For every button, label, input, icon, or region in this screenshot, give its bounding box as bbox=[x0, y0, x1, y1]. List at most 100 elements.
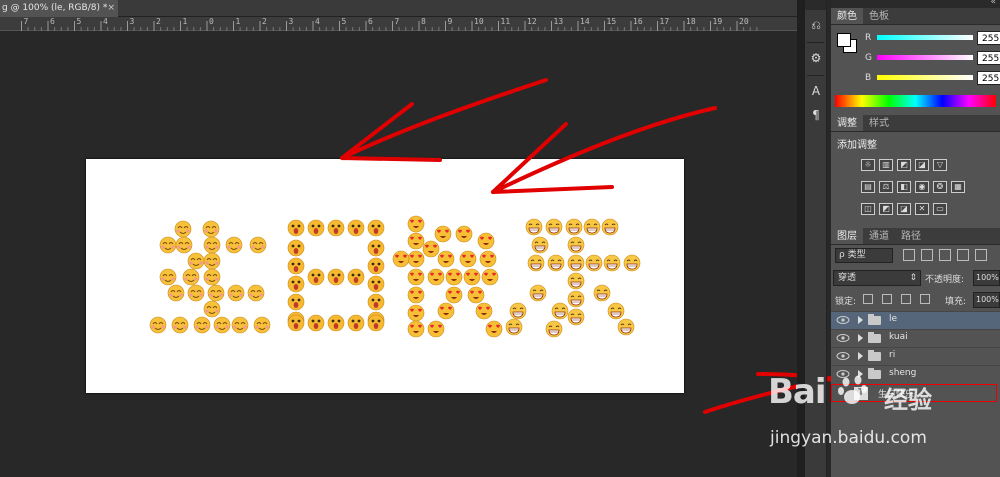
adjustment-filter-icon[interactable] bbox=[921, 249, 933, 261]
tab-layers[interactable]: 图层 bbox=[831, 228, 863, 244]
folder-icon bbox=[868, 368, 881, 379]
emoji-grin bbox=[567, 290, 585, 308]
canvas-area[interactable] bbox=[0, 32, 797, 477]
emoji-shock bbox=[327, 268, 345, 286]
threshold-icon[interactable]: ◪ bbox=[897, 203, 911, 215]
lock-pixels-icon[interactable] bbox=[882, 294, 892, 304]
emoji-heart bbox=[479, 250, 497, 268]
expand-triangle-icon[interactable] bbox=[858, 334, 863, 342]
fill-input[interactable]: 100% bbox=[973, 292, 1000, 308]
tab-paths[interactable]: 路径 bbox=[895, 228, 927, 244]
emoji-shock bbox=[287, 314, 305, 332]
red-slider[interactable]: R 255 bbox=[865, 31, 1000, 47]
close-icon[interactable]: × bbox=[107, 0, 115, 17]
collapse-icon[interactable]: « bbox=[990, 0, 996, 7]
layer-row-le[interactable]: le bbox=[831, 311, 1000, 329]
emoji-grin bbox=[601, 218, 619, 236]
posterize-icon[interactable]: ◩ bbox=[879, 203, 893, 215]
bw-icon[interactable]: ◧ bbox=[897, 181, 911, 193]
emoji-shock bbox=[307, 268, 325, 286]
emoji-grin bbox=[531, 236, 549, 254]
blue-track[interactable] bbox=[877, 75, 973, 80]
green-slider[interactable]: G 255 bbox=[865, 51, 1000, 67]
emoji-grin bbox=[565, 218, 583, 236]
invert-icon[interactable]: ◫ bbox=[861, 203, 875, 215]
balance-icon[interactable]: ⚖ bbox=[879, 181, 893, 193]
levels-icon[interactable]: ▥ bbox=[879, 159, 893, 171]
emoji-smile bbox=[202, 220, 220, 238]
emoji-smile bbox=[174, 220, 192, 238]
history-icon[interactable]: ⎌ bbox=[806, 16, 826, 34]
ruler-label: 19 bbox=[712, 17, 723, 26]
paragraph-icon[interactable]: ¶ bbox=[806, 106, 826, 124]
layer-kind-filter[interactable]: ρ 类型 bbox=[835, 248, 893, 263]
panel-divider bbox=[797, 0, 805, 477]
exposure-icon[interactable]: ◪ bbox=[915, 159, 929, 171]
tab-channels[interactable]: 通道 bbox=[863, 228, 895, 244]
emoji-grin bbox=[603, 254, 621, 272]
emoji-shock bbox=[347, 268, 365, 286]
emoji-heart bbox=[477, 232, 495, 250]
emoji-shock bbox=[287, 257, 305, 275]
red-track[interactable] bbox=[877, 35, 973, 40]
emoji-smile bbox=[231, 316, 249, 334]
lookup-icon[interactable]: ▦ bbox=[951, 181, 965, 193]
blend-mode-select[interactable]: 穿透 ⇕ bbox=[833, 270, 921, 286]
expand-triangle-icon[interactable] bbox=[858, 370, 863, 378]
expand-triangle-icon[interactable] bbox=[858, 352, 863, 360]
blue-slider[interactable]: B 255 bbox=[865, 71, 1000, 87]
mixer-icon[interactable]: ❂ bbox=[933, 181, 947, 193]
visibility-eye-icon[interactable] bbox=[836, 369, 850, 379]
layer-row-kuai[interactable]: kuai bbox=[831, 329, 1000, 347]
foreground-color-swatch[interactable] bbox=[837, 33, 851, 47]
layer-row-ri[interactable]: ri bbox=[831, 347, 1000, 365]
lock-position-icon[interactable] bbox=[901, 294, 911, 304]
emoji-heart bbox=[437, 250, 455, 268]
lock-transparency-icon[interactable] bbox=[863, 294, 873, 304]
ruler-label: 2 bbox=[156, 17, 161, 26]
character-icon[interactable]: A bbox=[806, 82, 826, 100]
tab-swatches[interactable]: 色板 bbox=[863, 8, 895, 24]
document-canvas[interactable] bbox=[86, 159, 684, 393]
text-layer-thumbnail: T bbox=[854, 387, 868, 400]
smart-object-filter-icon[interactable] bbox=[975, 249, 987, 261]
gradient-map-icon[interactable]: ▭ bbox=[933, 203, 947, 215]
layers-panel-tabs: 图层 通道 路径 bbox=[831, 228, 1000, 245]
color-spectrum[interactable] bbox=[835, 95, 996, 107]
lock-all-icon[interactable] bbox=[920, 294, 930, 304]
layer-row-sheng[interactable]: sheng bbox=[831, 365, 1000, 383]
brightness-icon[interactable]: ☼ bbox=[861, 159, 875, 171]
document-tab[interactable]: g @ 100% (le, RGB/8) * × bbox=[0, 0, 118, 17]
hue-icon[interactable]: ▤ bbox=[861, 181, 875, 193]
ruler-label: 8 bbox=[421, 17, 426, 26]
ruler-label: 2 bbox=[262, 17, 267, 26]
blue-value[interactable]: 255 bbox=[977, 71, 1000, 85]
vibrance-icon[interactable]: ▽ bbox=[933, 159, 947, 171]
pixel-filter-icon[interactable] bbox=[903, 249, 915, 261]
shape-filter-icon[interactable] bbox=[957, 249, 969, 261]
color-panel: R 255 G 255 B 255 bbox=[831, 25, 1000, 115]
selective-color-icon[interactable]: ✕ bbox=[915, 203, 929, 215]
ruler-label: 13 bbox=[553, 17, 564, 26]
opacity-input[interactable]: 100% bbox=[973, 270, 1000, 286]
emoji-heart bbox=[427, 268, 445, 286]
properties-icon[interactable]: ⚙ bbox=[806, 49, 826, 67]
visibility-eye-icon[interactable] bbox=[836, 315, 850, 325]
curves-icon[interactable]: ◩ bbox=[897, 159, 911, 171]
expand-triangle-icon[interactable] bbox=[858, 316, 863, 324]
tab-styles[interactable]: 样式 bbox=[863, 115, 895, 131]
tab-adjustments[interactable]: 调整 bbox=[831, 115, 863, 131]
horizontal-ruler: 7 6 5 4 3 2 1 0 1 2 3 4 5 6 7 8 9 10 11 12 13 14 15 16 17 18 19 20 bbox=[0, 17, 797, 31]
green-value[interactable]: 255 bbox=[977, 51, 1000, 65]
emoji-grin bbox=[525, 218, 543, 236]
visibility-eye-icon[interactable] bbox=[836, 333, 850, 343]
red-value[interactable]: 255 bbox=[977, 31, 1000, 45]
emoji-smile bbox=[203, 236, 221, 254]
green-track[interactable] bbox=[877, 55, 973, 60]
photo-filter-icon[interactable]: ◉ bbox=[915, 181, 929, 193]
visibility-eye-icon[interactable] bbox=[836, 351, 850, 361]
layer-row-text[interactable]: T 生日快乐 bbox=[831, 384, 997, 402]
emoji-shock bbox=[287, 239, 305, 257]
type-filter-icon[interactable] bbox=[939, 249, 951, 261]
tab-color[interactable]: 颜色 bbox=[831, 8, 863, 24]
